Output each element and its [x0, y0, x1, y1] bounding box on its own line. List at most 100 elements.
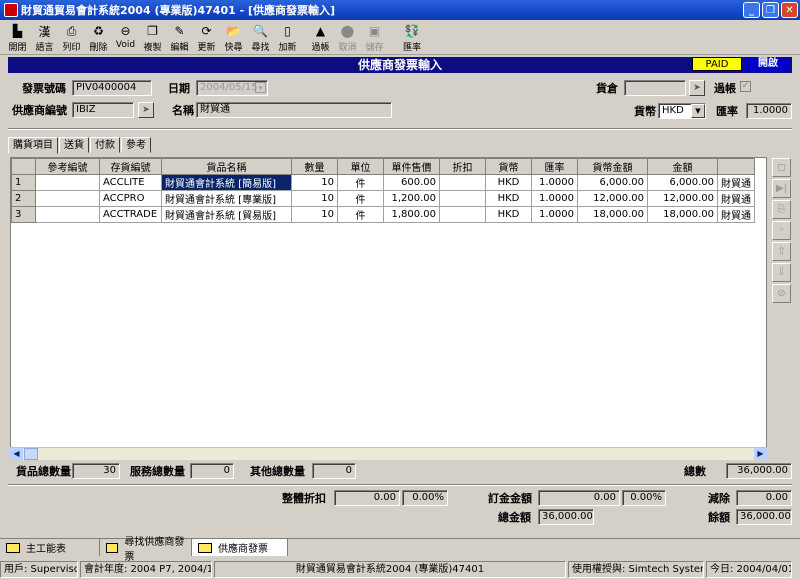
toolbar-button-12[interactable]: ⬤ 取消 — [334, 21, 361, 54]
discount-percent-field[interactable]: 0.00% — [402, 490, 448, 506]
row-action-icon-2[interactable]: ⎘ — [772, 200, 791, 219]
toolbar-button-8[interactable]: 📂 快尋 — [220, 21, 247, 54]
column-header[interactable]: 貨幣 — [485, 158, 532, 175]
app-icon[interactable] — [4, 3, 18, 17]
row-action-icon-5[interactable]: ⇩ — [772, 263, 791, 282]
cell-rate[interactable]: 1.0000 — [531, 206, 578, 223]
toolbar-button-5[interactable]: ❐ 複製 — [139, 21, 166, 54]
deposit-percent-field[interactable]: 0.00% — [622, 490, 666, 506]
cell-name[interactable]: 財貿通會計系統 [貿易版] — [161, 206, 292, 223]
cell-extra[interactable]: 財貿通 — [717, 190, 755, 207]
cell-amt[interactable]: 18,000.00 — [647, 206, 718, 223]
cell-ref[interactable] — [35, 206, 100, 223]
column-header[interactable]: 參考編號 — [35, 158, 100, 175]
column-header[interactable]: 金額 — [647, 158, 718, 175]
column-header[interactable] — [717, 158, 755, 175]
cell-qty[interactable]: 10 — [291, 206, 338, 223]
cell-unit[interactable]: 件 — [337, 190, 384, 207]
currency-dropdown-icon[interactable]: ▼ — [691, 104, 705, 118]
row-action-icon-3[interactable]: ◦ — [772, 221, 791, 240]
cell-amt[interactable]: 12,000.00 — [647, 190, 718, 207]
tab-2[interactable]: 付款 — [90, 137, 120, 153]
cell-unit[interactable]: 件 — [337, 206, 384, 223]
cell-curamt[interactable]: 12,000.00 — [577, 190, 648, 207]
toolbar-button-14[interactable]: 💱 匯率 — [394, 21, 430, 54]
date-dropdown-icon[interactable]: ▾ — [255, 82, 266, 93]
cell-extra[interactable]: 財貿通 — [717, 206, 755, 223]
cell-rn[interactable]: 1 — [11, 174, 36, 191]
cell-rate[interactable]: 1.0000 — [531, 190, 578, 207]
cell-name[interactable]: 財貿通會計系統 [專業版] — [161, 190, 292, 207]
toolbar-button-4[interactable]: ⊖ Void — [112, 21, 139, 54]
tab-1[interactable]: 送貨 — [59, 137, 89, 153]
toolbar-button-13[interactable]: ▣ 儲存 — [361, 21, 388, 54]
column-header[interactable]: 折扣 — [439, 158, 486, 175]
cell-curamt[interactable]: 18,000.00 — [577, 206, 648, 223]
window-tab-2[interactable]: 供應商發票 — [192, 539, 288, 556]
row-action-icon-4[interactable]: ⇧ — [772, 242, 791, 261]
cell-stock[interactable]: ACCPRO — [99, 190, 162, 207]
table-row[interactable]: 1 ACCLITE 財貿通會計系統 [簡易版] 10 件 600.00 HKD 1.0000 6… — [11, 174, 755, 191]
restore-button[interactable]: ❐ — [762, 2, 779, 18]
cell-amt[interactable]: 6,000.00 — [647, 174, 718, 191]
toolbar-button-2[interactable]: ⎙ 列印 — [58, 21, 85, 54]
toolbar-button-1[interactable]: 漢語言 — [31, 21, 58, 54]
cell-rn[interactable]: 2 — [11, 190, 36, 207]
close-button[interactable]: ✕ — [781, 2, 798, 18]
date-field[interactable]: 2004/05/15 ▾ — [196, 80, 268, 96]
row-action-icon-1[interactable]: ▶| — [772, 179, 791, 198]
cell-qty[interactable]: 10 — [291, 174, 338, 191]
cell-rn[interactable]: 3 — [11, 206, 36, 223]
cell-name[interactable]: 財貿通會計系統 [簡易版] — [161, 174, 292, 191]
horizontal-scrollbar[interactable]: ◀ ▶ — [10, 447, 767, 460]
toolbar-button-11[interactable]: ▲ 過帳 — [307, 21, 334, 54]
scroll-right-icon[interactable]: ▶ — [754, 448, 767, 460]
supplier-name-field[interactable]: 財貿通 — [196, 102, 392, 118]
scroll-thumb[interactable] — [24, 448, 38, 460]
cell-ref[interactable] — [35, 174, 100, 191]
cell-rate[interactable]: 1.0000 — [531, 174, 578, 191]
cell-price[interactable]: 1,200.00 — [383, 190, 440, 207]
toolbar-button-6[interactable]: ✎ 編輯 — [166, 21, 193, 54]
cell-price[interactable]: 600.00 — [383, 174, 440, 191]
invoice-no-field[interactable]: PIV0400004 — [72, 80, 152, 96]
tab-0[interactable]: 購貨項目 — [8, 137, 58, 154]
cell-qty[interactable]: 10 — [291, 190, 338, 207]
column-header[interactable]: 貨幣金額 — [577, 158, 648, 175]
rate-field[interactable]: 1.0000 — [746, 103, 792, 119]
supplier-code-field[interactable]: IBIZ — [72, 102, 134, 118]
cell-disc[interactable] — [439, 174, 486, 191]
row-action-icon-6[interactable]: ⊘ — [772, 284, 791, 303]
scroll-left-icon[interactable]: ◀ — [10, 448, 23, 460]
cell-cur[interactable]: HKD — [485, 190, 532, 207]
supplier-lookup-icon[interactable]: ➤ — [138, 102, 154, 118]
tab-3[interactable]: 參考 — [121, 137, 151, 153]
column-header[interactable]: 貨品名稱 — [161, 158, 292, 175]
cell-stock[interactable]: ACCLITE — [99, 174, 162, 191]
column-header[interactable]: 單件售價 — [383, 158, 440, 175]
column-header[interactable]: 匯率 — [531, 158, 578, 175]
toolbar-button-10[interactable]: ▯ 加新 — [274, 21, 301, 54]
table-row[interactable]: 3 ACCTRADE 財貿通會計系統 [貿易版] 10 件 1,800.00 HKD 1.00… — [11, 206, 755, 223]
warehouse-lookup-icon[interactable]: ➤ — [689, 80, 705, 96]
cell-cur[interactable]: HKD — [485, 174, 532, 191]
cell-disc[interactable] — [439, 206, 486, 223]
cell-price[interactable]: 1,800.00 — [383, 206, 440, 223]
window-tab-1[interactable]: 尋找供應商發票 — [100, 537, 192, 563]
column-header[interactable] — [11, 158, 36, 175]
cell-unit[interactable]: 件 — [337, 174, 384, 191]
cell-disc[interactable] — [439, 190, 486, 207]
column-header[interactable]: 存貨編號 — [99, 158, 162, 175]
window-tab-0[interactable]: 主工能表 — [0, 539, 100, 556]
minimize-button[interactable]: _ — [743, 2, 760, 18]
row-action-icon-0[interactable]: ◻ — [772, 158, 791, 177]
table-row[interactable]: 2 ACCPRO 財貿通會計系統 [專業版] 10 件 1,200.00 HKD 1.0000… — [11, 190, 755, 207]
cell-ref[interactable] — [35, 190, 100, 207]
cell-curamt[interactable]: 6,000.00 — [577, 174, 648, 191]
toolbar-button-0[interactable]: ▙ 開閉 — [4, 21, 31, 54]
toolbar-button-9[interactable]: 🔍 尋找 — [247, 21, 274, 54]
toolbar-button-3[interactable]: ♻ 刪除 — [85, 21, 112, 54]
toolbar-button-7[interactable]: ⟳ 更新 — [193, 21, 220, 54]
cell-stock[interactable]: ACCTRADE — [99, 206, 162, 223]
posted-checkbox[interactable]: ✓ — [740, 81, 751, 92]
